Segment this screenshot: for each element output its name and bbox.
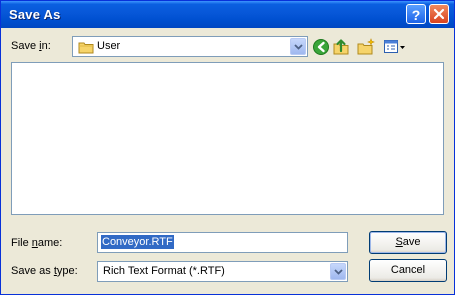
- save-as-dialog: Save As ? Save in: User File name: Conve…: [0, 0, 455, 295]
- file-name-input[interactable]: Conveyor.RTF: [97, 232, 348, 253]
- chevron-down-icon: [294, 44, 303, 50]
- save-in-value: User: [97, 40, 121, 52]
- save-as-type-label: Save as type:: [11, 265, 78, 277]
- new-folder-icon[interactable]: [357, 38, 375, 56]
- save-in-dropdown-button[interactable]: [290, 38, 306, 55]
- chevron-down-icon: [334, 269, 343, 275]
- file-list[interactable]: [11, 62, 444, 215]
- save-as-type-dropdown-button[interactable]: [330, 263, 346, 280]
- save-as-type-value: Rich Text Format (*.RTF): [103, 265, 225, 277]
- dialog-title: Save As: [9, 7, 61, 22]
- save-as-type-dropdown[interactable]: Rich Text Format (*.RTF): [97, 261, 348, 282]
- save-in-dropdown[interactable]: User: [72, 36, 308, 57]
- up-folder-icon[interactable]: [332, 38, 350, 56]
- help-button[interactable]: ?: [406, 4, 426, 24]
- file-name-value: Conveyor.RTF: [101, 235, 174, 249]
- views-menu-icon[interactable]: [383, 38, 407, 56]
- save-in-label: Save in:: [11, 40, 51, 52]
- file-name-label: File name:: [11, 237, 63, 249]
- close-button[interactable]: [429, 4, 449, 24]
- back-icon[interactable]: [312, 38, 330, 56]
- close-icon: [433, 8, 445, 20]
- cancel-button[interactable]: Cancel: [369, 259, 447, 282]
- help-icon: ?: [411, 7, 421, 23]
- save-button[interactable]: Save: [369, 231, 447, 254]
- folder-icon: [78, 42, 94, 54]
- title-bar[interactable]: Save As ?: [1, 1, 454, 28]
